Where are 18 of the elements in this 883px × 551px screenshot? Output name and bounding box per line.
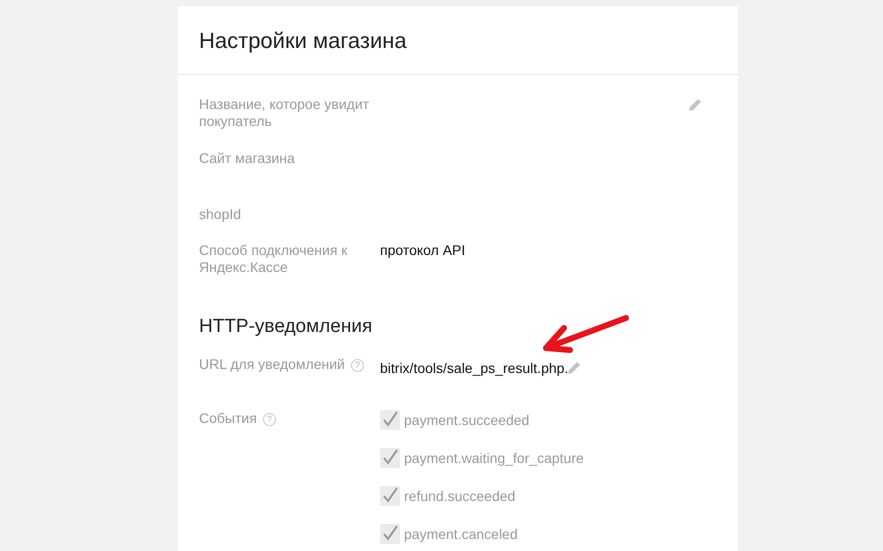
field-label: События [199, 410, 257, 426]
checkbox-label: payment.canceled [404, 526, 518, 542]
pencil-icon[interactable] [687, 97, 703, 113]
field-value: протокол API [380, 242, 466, 259]
field-label: shopId [199, 206, 242, 223]
checkbox-label: payment.succeeded [404, 412, 530, 428]
field-label: Сайт магазина [199, 150, 296, 167]
field-label: URL для уведомлений [199, 356, 345, 372]
field-value: bitrix/tools/sale_ps_result.php. [380, 360, 568, 377]
help-icon[interactable]: ? [262, 412, 276, 426]
field-label: Название, которое увидит покупатель [199, 96, 370, 130]
card-title: Настройки магазина [178, 6, 738, 75]
checkbox-label: refund.succeeded [404, 488, 516, 504]
help-icon[interactable]: ? [350, 358, 364, 372]
pencil-icon[interactable] [566, 360, 582, 376]
checkbox-label: payment.waiting_for_capture [404, 450, 584, 466]
field-label: Способ подключения к Яндекс.Кассе [199, 242, 348, 276]
section-heading: HTTP-уведомления [199, 316, 372, 339]
